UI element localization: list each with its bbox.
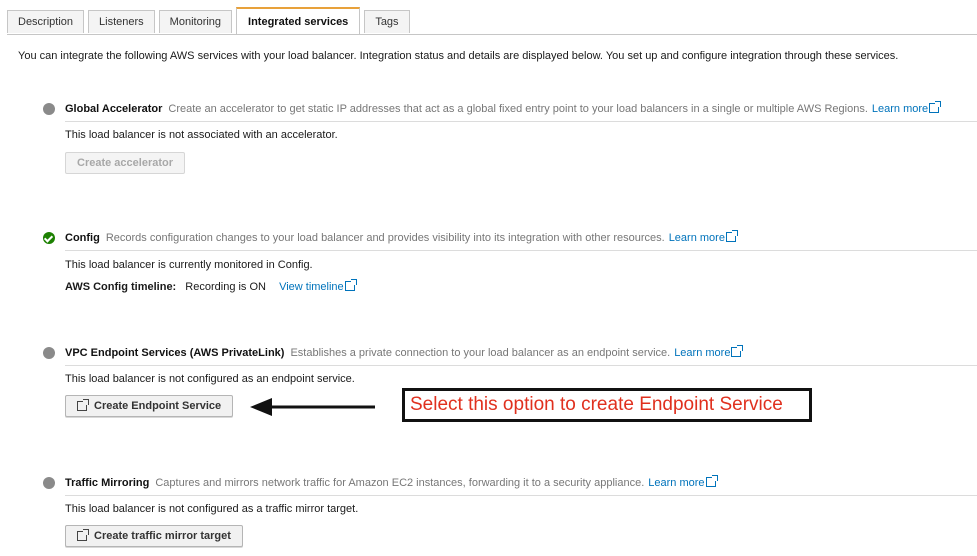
- create-traffic-mirror-target-button[interactable]: Create traffic mirror target: [65, 525, 243, 547]
- view-timeline-link[interactable]: View timeline: [279, 279, 357, 293]
- intro-text: You can integrate the following AWS serv…: [18, 50, 899, 62]
- service-description: Create an accelerator to get static IP a…: [168, 103, 868, 115]
- status-neutral-icon: [43, 347, 55, 359]
- learn-more-label: Learn more: [871, 103, 929, 115]
- service-vpc-endpoint: VPC Endpoint Services (AWS PrivateLink) …: [43, 344, 977, 417]
- section-divider: [65, 250, 977, 251]
- section-divider: [65, 495, 977, 496]
- external-link-icon: [725, 230, 738, 242]
- learn-more-link[interactable]: Learn more: [668, 230, 738, 244]
- external-link-icon: [929, 101, 942, 113]
- learn-more-label: Learn more: [668, 232, 725, 244]
- timeline-label: AWS Config timeline:: [65, 281, 177, 293]
- service-description: Establishes a private connection to your…: [290, 347, 671, 359]
- service-traffic-mirroring: Traffic Mirroring Captures and mirrors n…: [43, 474, 977, 547]
- tab-bar: Description Listeners Monitoring Integra…: [7, 7, 414, 34]
- external-link-icon: [77, 529, 89, 541]
- create-accelerator-button[interactable]: Create accelerator: [65, 152, 186, 174]
- service-name: Config: [65, 232, 100, 244]
- tab-divider: [7, 34, 977, 35]
- status-neutral-icon: [43, 103, 55, 115]
- tab-integrated-services[interactable]: Integrated services: [236, 7, 361, 34]
- external-link-icon: [705, 475, 718, 487]
- annotation-callout: Select this option to create Endpoint Se…: [402, 388, 812, 422]
- learn-more-label: Learn more: [648, 477, 705, 489]
- learn-more-link[interactable]: Learn more: [674, 345, 744, 359]
- button-label: Create Endpoint Service: [94, 400, 222, 412]
- learn-more-link[interactable]: Learn more: [871, 101, 942, 115]
- status-text: This load balancer is currently monitore…: [65, 259, 313, 271]
- learn-more-link[interactable]: Learn more: [648, 475, 718, 489]
- section-divider: [65, 365, 977, 366]
- annotation-arrow-icon: [250, 398, 375, 416]
- external-link-icon: [77, 399, 89, 411]
- create-endpoint-service-button[interactable]: Create Endpoint Service: [65, 395, 234, 417]
- section-divider: [65, 121, 977, 122]
- service-description: Records configuration changes to your lo…: [105, 232, 665, 244]
- view-timeline-label: View timeline: [279, 281, 344, 293]
- status-neutral-icon: [43, 477, 55, 489]
- tab-monitoring[interactable]: Monitoring: [158, 10, 233, 33]
- status-text: This load balancer is not associated wit…: [65, 129, 338, 141]
- service-name: Traffic Mirroring: [65, 477, 150, 489]
- learn-more-label: Learn more: [674, 347, 731, 359]
- tab-description[interactable]: Description: [7, 10, 85, 33]
- tab-listeners[interactable]: Listeners: [88, 10, 155, 33]
- service-global-accelerator: Global Accelerator Create an accelerator…: [43, 100, 977, 174]
- status-ok-icon: [43, 232, 55, 244]
- button-label: Create traffic mirror target: [94, 530, 231, 542]
- external-link-icon: [731, 345, 744, 357]
- status-text: This load balancer is not configured as …: [65, 373, 355, 385]
- status-text: This load balancer is not configured as …: [65, 503, 359, 515]
- service-name: Global Accelerator: [65, 103, 163, 115]
- tab-tags[interactable]: Tags: [364, 10, 410, 33]
- timeline-value: Recording is ON: [185, 281, 266, 293]
- external-link-icon: [344, 279, 357, 291]
- service-name: VPC Endpoint Services (AWS PrivateLink): [65, 347, 285, 359]
- service-description: Captures and mirrors network traffic for…: [155, 477, 645, 489]
- service-config: Config Records configuration changes to …: [43, 229, 977, 293]
